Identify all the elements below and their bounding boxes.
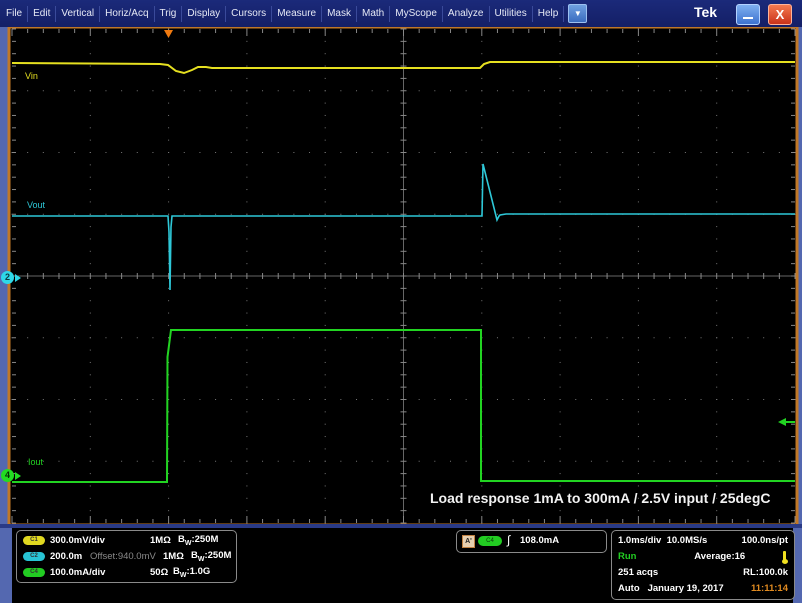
minimize-icon <box>743 17 753 19</box>
channel-row-c1[interactable]: C1 300.0mV/div 1MΩ BW:250M <box>23 533 218 548</box>
acquisition-panel[interactable]: 1.0ms/div 10.0MS/s 100.0ns/pt Run Averag… <box>611 530 795 600</box>
menu-mask[interactable]: Mask <box>322 5 357 22</box>
trigger-level-arrow-icon[interactable] <box>778 418 786 426</box>
menu-help[interactable]: Help <box>533 5 565 22</box>
annotation-caption: Load response 1mA to 300mA / 2.5V input … <box>430 490 771 506</box>
c4-bandwidth: BW:1.0G <box>173 566 211 579</box>
menu-vertical[interactable]: Vertical <box>56 5 101 22</box>
c4-impedance: 50Ω <box>150 567 169 578</box>
menu-myscope[interactable]: MyScope <box>390 5 443 22</box>
trigger-mode-badge: A' <box>462 535 475 548</box>
c2-bandwidth: BW:250M <box>191 550 232 563</box>
datetime-row: Auto January 19, 2017 11:11:14 <box>618 583 788 594</box>
ch2-ground-marker[interactable]: 2 <box>1 271 14 284</box>
channel-row-c2[interactable]: C2 200.0m Offset:940.0mV 1MΩ BW:250M <box>23 549 231 564</box>
menu-file[interactable]: File <box>0 5 29 22</box>
close-button[interactable]: X <box>768 4 792 25</box>
channel-settings-panel: C1 300.0mV/div 1MΩ BW:250M C2 200.0m Off… <box>16 530 237 583</box>
ch4-marker-label: 4 <box>4 470 10 480</box>
menu-math[interactable]: Math <box>357 5 391 22</box>
menu-display[interactable]: Display <box>182 5 227 22</box>
c2-badge[interactable]: C2 <box>23 552 45 561</box>
menu-trig[interactable]: Trig <box>155 5 183 22</box>
c2-impedance: 1MΩ <box>163 551 184 562</box>
ch4-marker-arrow-icon <box>15 472 21 480</box>
vout-label: Vout <box>27 200 46 210</box>
c4-badge[interactable]: C4 <box>23 568 45 577</box>
chevron-down-icon: ▼ <box>573 9 582 18</box>
c1-bandwidth: BW:250M <box>178 534 219 547</box>
menu-analyze[interactable]: Analyze <box>443 5 490 22</box>
clock: 11:11:14 <box>751 583 788 594</box>
run-state: Run <box>618 551 637 562</box>
c1-impedance: 1MΩ <box>150 535 171 546</box>
brand-logo: Tek <box>694 4 718 20</box>
trigger-level-arrow-tail <box>785 421 795 423</box>
rising-edge-icon: ∫ <box>507 533 511 547</box>
trigger-position-icon[interactable] <box>164 30 173 38</box>
menu-bar: File Edit Vertical Horiz/Acq Trig Displa… <box>0 0 802 27</box>
temperature-icon <box>781 551 788 564</box>
c4-scale: 100.0mA/div <box>50 567 106 578</box>
minimize-button[interactable] <box>736 4 760 25</box>
menu-measure[interactable]: Measure <box>272 5 323 22</box>
acq-state-row: Run Average:16 <box>618 551 788 564</box>
c2-offset: Offset:940.0mV <box>90 551 156 562</box>
trigger-source-badge: C4 <box>478 536 502 546</box>
close-icon: X <box>775 7 785 22</box>
record-length: RL:100.0k <box>743 567 788 578</box>
graticule-bottom-border <box>0 524 802 528</box>
status-left-border <box>0 528 12 603</box>
ch2-marker-arrow-icon <box>15 274 21 282</box>
menu-dropdown-button[interactable]: ▼ <box>568 4 588 23</box>
c1-scale: 300.0mV/div <box>50 535 105 546</box>
acq-mode: Average:16 <box>694 551 746 562</box>
horizontal-row: 1.0ms/div 10.0MS/s 100.0ns/pt <box>618 535 788 546</box>
trigger-level: 108.0mA <box>520 535 560 546</box>
waveform-display[interactable] <box>0 27 802 524</box>
iout-label: Iout <box>28 457 44 467</box>
acq-count: 251 acqs <box>618 567 659 578</box>
menu-horiz-acq[interactable]: Horiz/Acq <box>100 5 155 22</box>
time-per-div: 1.0ms/div 10.0MS/s <box>618 535 708 546</box>
graticule-grid <box>11 28 796 524</box>
c2-scale: 200.0m <box>50 551 83 562</box>
menu-edit[interactable]: Edit <box>28 5 57 22</box>
menu-cursors[interactable]: Cursors <box>226 5 273 22</box>
acq-count-row: 251 acqs RL:100.0k <box>618 567 788 578</box>
c1-badge[interactable]: C1 <box>23 536 45 545</box>
ch2-marker-label: 2 <box>4 272 10 282</box>
resolution: 100.0ns/pt <box>741 535 788 546</box>
trigger-mode: Auto January 19, 2017 <box>618 583 724 594</box>
ch4-ground-marker[interactable]: 4 <box>1 469 14 482</box>
trigger-settings-panel[interactable]: A' C4 ∫ 108.0mA <box>456 530 607 553</box>
channel-row-c4[interactable]: C4 100.0mA/div 50Ω BW:1.0G <box>23 565 210 580</box>
menu-utilities[interactable]: Utilities <box>490 5 533 22</box>
vin-label: Vin <box>25 71 38 81</box>
